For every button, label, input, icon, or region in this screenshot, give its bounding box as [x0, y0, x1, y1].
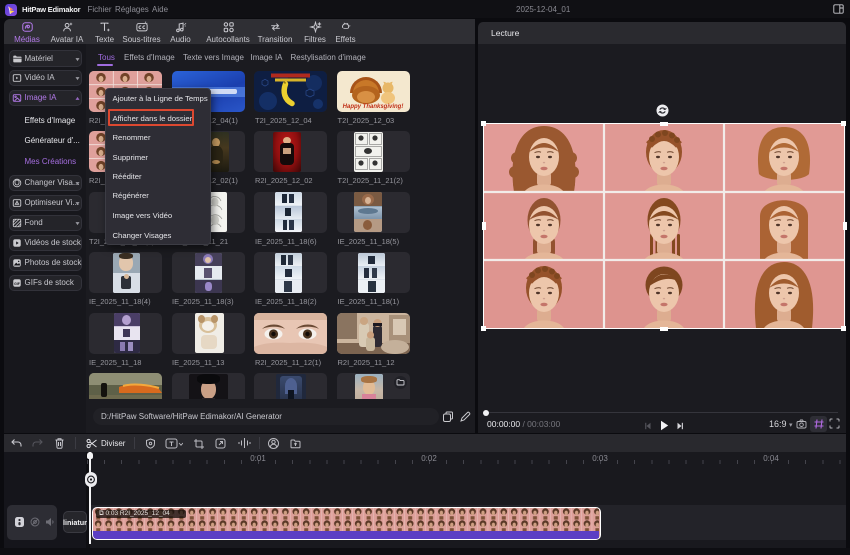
svg-text:GIF: GIF [14, 282, 20, 286]
svg-text:Happy Thanksgiving!: Happy Thanksgiving! [342, 104, 403, 110]
